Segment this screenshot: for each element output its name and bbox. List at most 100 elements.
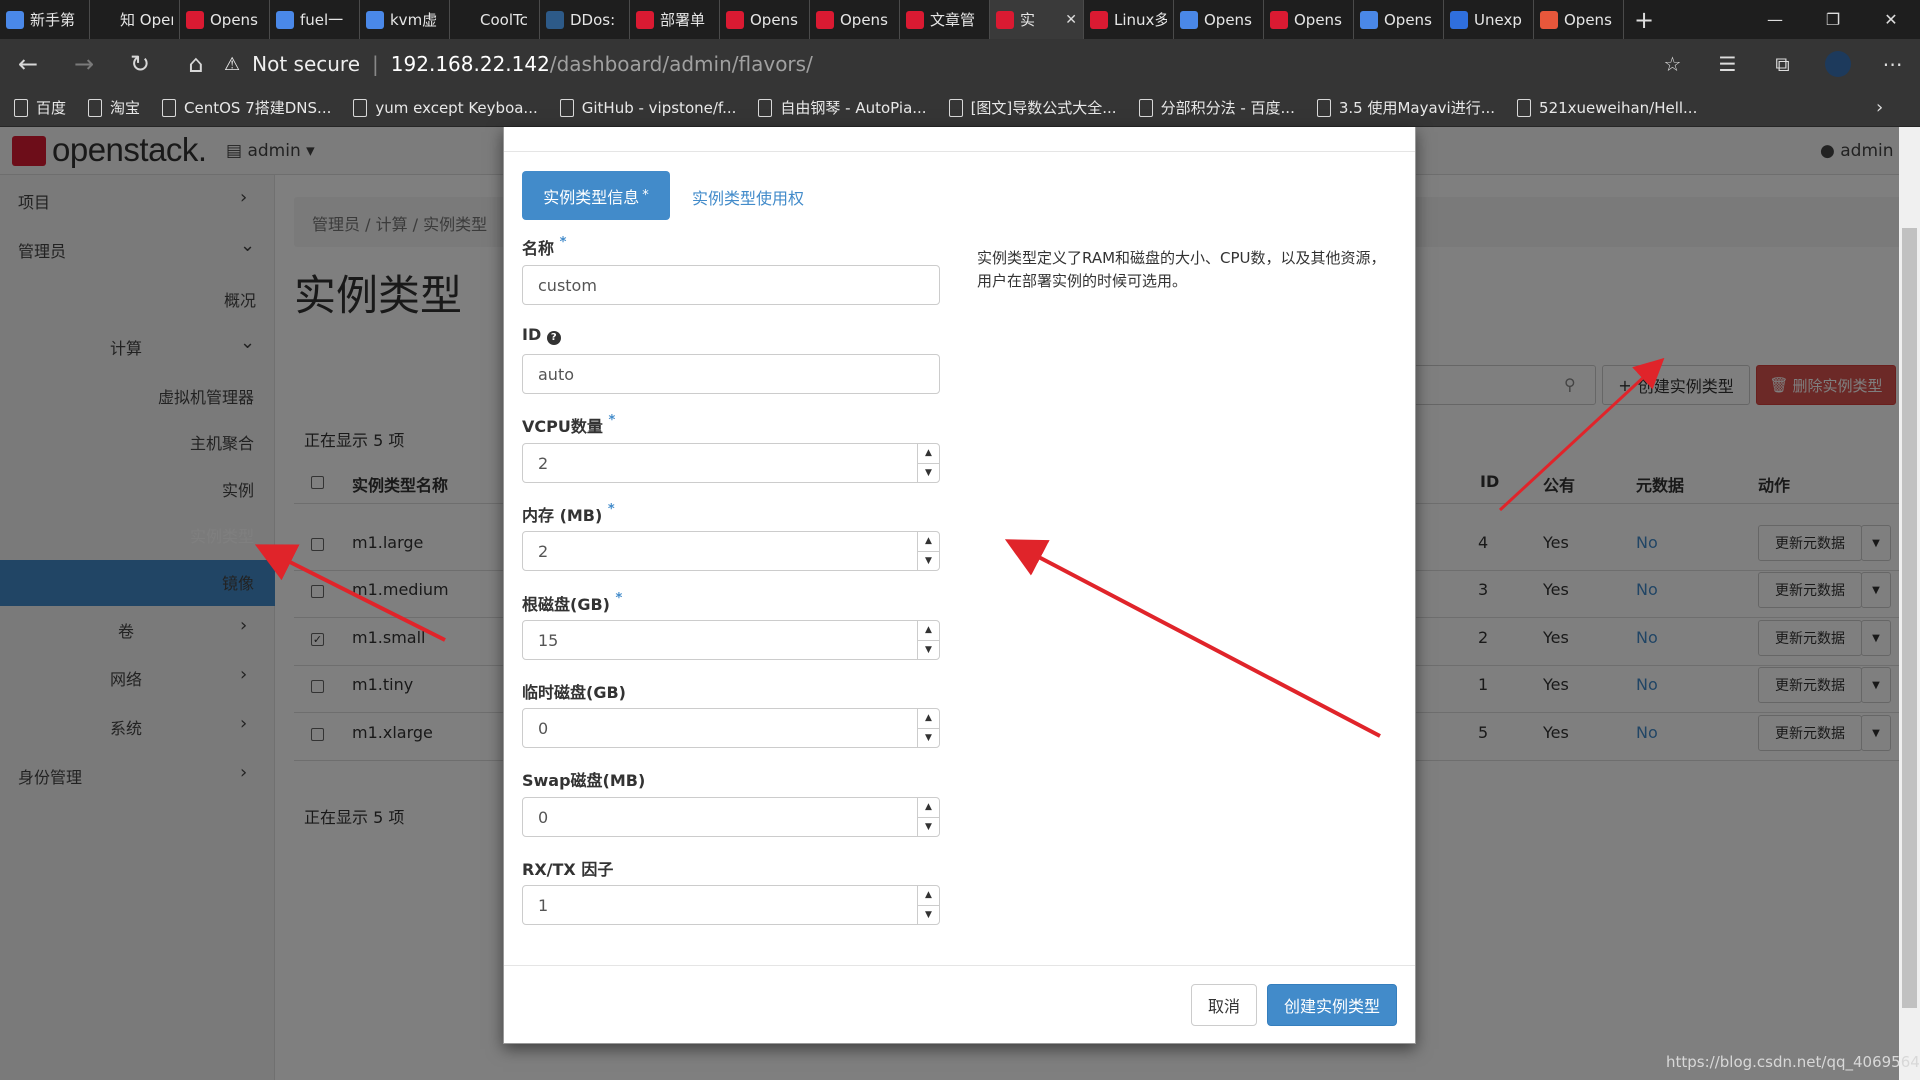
browser-tab[interactable]: Unexp <box>1444 0 1534 39</box>
name-label-text: 名称 <box>522 239 555 258</box>
browser-tab[interactable]: kvm虚 <box>360 0 450 39</box>
spin-up-icon[interactable]: ▲ <box>918 798 939 818</box>
address-bar[interactable]: ⚠ Not secure | 192.168.22.142/dashboard/… <box>224 46 1645 82</box>
browser-tab[interactable]: CoolTc <box>450 0 540 39</box>
browser-tab[interactable]: 文章管 <box>900 0 990 39</box>
browser-tab[interactable]: Opens <box>720 0 810 39</box>
spin-down-icon[interactable]: ▼ <box>918 818 939 837</box>
zhihu-icon <box>96 10 114 29</box>
number-spinner[interactable]: ▲ ▼ <box>917 621 939 659</box>
close-window-icon[interactable]: ✕ <box>1862 0 1920 39</box>
browser-tab[interactable]: Opens <box>180 0 270 39</box>
swap-disk-input-value: 0 <box>538 807 549 827</box>
refresh-button[interactable]: ↻ <box>112 39 168 89</box>
spin-down-icon[interactable]: ▼ <box>918 906 939 925</box>
number-spinner[interactable]: ▲ ▼ <box>917 886 939 924</box>
required-marker: * <box>615 591 623 606</box>
csdn-icon <box>726 10 744 29</box>
browser-tab[interactable]: Linux多 <box>1084 0 1174 39</box>
question-circle-icon[interactable]: ? <box>546 331 561 345</box>
swap-disk-input[interactable]: 0 ▲ ▼ <box>522 797 940 837</box>
tab-title: Linux多 <box>1114 11 1167 29</box>
browser-tab[interactable]: Opens <box>1534 0 1624 39</box>
favorites-list-icon[interactable]: ☰ <box>1700 39 1755 89</box>
restore-icon[interactable]: ❐ <box>1804 0 1862 39</box>
number-spinner[interactable]: ▲ ▼ <box>917 709 939 747</box>
browser-tab[interactable]: Opens <box>1354 0 1444 39</box>
collections-icon[interactable]: ⧉ <box>1755 39 1810 89</box>
bookmark-item[interactable]: 自由钢琴 - AutoPia... <box>758 97 927 118</box>
csdn-icon <box>816 10 834 29</box>
bookmark-item[interactable]: yum except Keyboa... <box>353 98 538 117</box>
spin-down-icon[interactable]: ▼ <box>918 464 939 483</box>
spin-down-icon[interactable]: ▼ <box>918 552 939 571</box>
browser-tab[interactable]: 知 Opens <box>90 0 180 39</box>
number-spinner[interactable]: ▲ ▼ <box>917 444 939 482</box>
back-button[interactable]: ← <box>0 39 56 89</box>
spin-up-icon[interactable]: ▲ <box>918 532 939 552</box>
favorite-star-icon[interactable]: ☆ <box>1645 39 1700 89</box>
browser-tab[interactable]: fuel一 <box>270 0 360 39</box>
browser-tab[interactable]: Opens <box>1264 0 1354 39</box>
browser-tab[interactable]: DDos: <box>540 0 630 39</box>
id-input-value: auto <box>538 364 575 384</box>
spin-up-icon[interactable]: ▲ <box>918 621 939 641</box>
bookmark-item[interactable]: 分部积分法 - 百度... <box>1138 97 1295 118</box>
browser-tab[interactable]: 部署单 <box>630 0 720 39</box>
rxtx-factor-label: RX/TX 因子 <box>522 860 614 879</box>
profile-avatar[interactable] <box>1810 39 1865 89</box>
tab-flavor-access[interactable]: 实例类型使用权 <box>692 185 804 209</box>
minimize-icon[interactable]: — <box>1746 0 1804 39</box>
browser-tab[interactable]: Opens <box>1174 0 1264 39</box>
csdn-icon <box>906 10 924 29</box>
bookmark-item[interactable]: CentOS 7搭建DNS... <box>162 97 331 118</box>
tab-title: Opens <box>1294 10 1342 29</box>
spin-up-icon[interactable]: ▲ <box>918 886 939 906</box>
spin-up-icon[interactable]: ▲ <box>918 444 939 464</box>
spin-down-icon[interactable]: ▼ <box>918 641 939 660</box>
browser-tab[interactable]: 实 ✕ <box>990 0 1084 39</box>
rxtx-factor-input-value: 1 <box>538 895 549 915</box>
ram-label-text: 内存 (MB) <box>522 506 603 525</box>
number-spinner[interactable]: ▲ ▼ <box>917 798 939 836</box>
id-input[interactable]: auto <box>522 354 940 394</box>
tab-flavor-info[interactable]: 实例类型信息 * <box>522 171 670 220</box>
browser-toolbar: ← → ↻ ⌂ ⚠ Not secure | 192.168.22.142/da… <box>0 39 1920 89</box>
create-flavor-modal: 实例类型信息 * 实例类型使用权 名称 * custom ID ? auto VC… <box>503 127 1416 1044</box>
page-icon <box>1517 98 1532 117</box>
bookmark-item[interactable]: 521xueweihan/Hell... <box>1517 98 1697 117</box>
forward-button[interactable]: → <box>56 39 112 89</box>
help-text: 实例类型定义了RAM和磁盘的大小、CPU数，以及其他资源，用户在部署实例的时候可… <box>977 249 1386 290</box>
tab-title: Opens <box>750 10 798 29</box>
vcpu-input[interactable]: 2 ▲ ▼ <box>522 443 940 483</box>
more-menu-icon[interactable]: ⋯ <box>1865 39 1920 89</box>
root-disk-input[interactable]: 15 ▲ ▼ <box>522 620 940 660</box>
close-tab-icon[interactable]: ✕ <box>1065 12 1077 28</box>
csdn-icon <box>636 10 654 29</box>
bookmark-item[interactable]: 3.5 使用Mayavi进行... <box>1316 97 1496 118</box>
bookmark-item[interactable]: 淘宝 <box>88 97 140 118</box>
bookmarks-overflow-icon[interactable]: › <box>1876 97 1883 118</box>
home-button[interactable]: ⌂ <box>168 39 224 89</box>
bookmark-label: 分部积分法 - 百度... <box>1160 99 1295 117</box>
ephemeral-disk-input[interactable]: 0 ▲ ▼ <box>522 708 940 748</box>
browser-tab[interactable]: 新手第 <box>0 0 90 39</box>
cancel-button[interactable]: 取消 <box>1191 984 1257 1026</box>
spin-up-icon[interactable]: ▲ <box>918 709 939 729</box>
tab-title: Opens <box>1564 10 1612 29</box>
scrollbar-thumb[interactable] <box>1902 228 1917 1008</box>
name-input[interactable]: custom <box>522 265 940 305</box>
bookmark-label: 3.5 使用Mayavi进行... <box>1338 99 1496 117</box>
create-flavor-submit-button[interactable]: 创建实例类型 <box>1267 984 1397 1026</box>
bookmark-item[interactable]: [图文]导数公式大全... <box>948 97 1117 118</box>
number-spinner[interactable]: ▲ ▼ <box>917 532 939 570</box>
bookmark-item[interactable]: 百度 <box>14 97 66 118</box>
tab-title: Unexp <box>1474 10 1522 29</box>
ram-input[interactable]: 2 ▲ ▼ <box>522 531 940 571</box>
browser-tab[interactable]: Opens <box>810 0 900 39</box>
rxtx-factor-input[interactable]: 1 ▲ ▼ <box>522 885 940 925</box>
bookmarks-bar: 百度 淘宝 CentOS 7搭建DNS... yum except Keyboa...… <box>0 89 1920 127</box>
bookmark-item[interactable]: GitHub - vipstone/f... <box>559 98 736 117</box>
new-tab-button[interactable]: + <box>1624 0 1664 39</box>
spin-down-icon[interactable]: ▼ <box>918 729 939 748</box>
